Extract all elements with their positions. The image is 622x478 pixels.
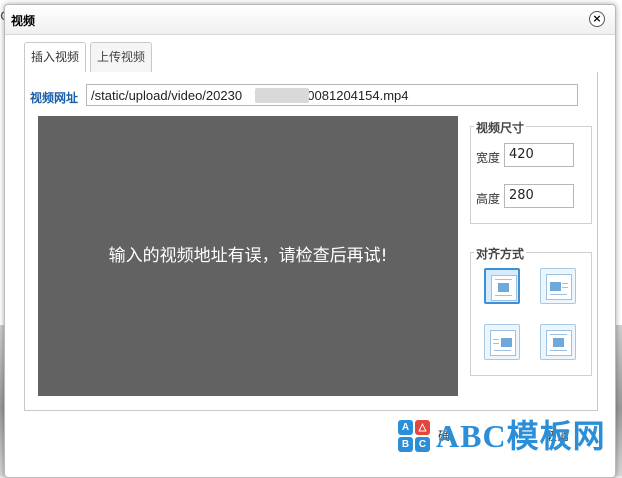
watermark-text: ABC模板网 — [436, 418, 606, 454]
align-doc-shape — [546, 274, 572, 300]
preview-error-message: 输入的视频地址有误，请检查后再试! — [108, 246, 388, 266]
height-label: 高度 — [476, 192, 501, 206]
redaction-mark — [255, 88, 309, 103]
left-align-icon[interactable] — [540, 268, 576, 304]
align-line — [562, 283, 568, 284]
align-line — [550, 334, 567, 335]
logo-shape: △ — [415, 420, 430, 435]
dialog-titlebar[interactable]: 视频 × — [5, 5, 615, 35]
align-line — [550, 294, 567, 295]
video-url-input[interactable]: /static/upload/video/20230 90081204154.mp… — [86, 84, 578, 106]
align-doc-shape — [491, 275, 517, 301]
video-preview: 输入的视频地址有误，请检查后再试! — [38, 116, 458, 396]
align-line — [550, 350, 567, 351]
align-image-block — [550, 282, 561, 291]
logo-letter-a: A — [398, 420, 413, 435]
width-label: 宽度 — [476, 151, 501, 165]
dialog-title: 视频 — [11, 14, 36, 28]
align-line — [493, 339, 499, 340]
size-legend: 视频尺寸 — [474, 119, 527, 136]
align-image-block — [501, 338, 512, 347]
align-line — [495, 279, 512, 280]
video-url-value-suffix: 90081204154.mp4 — [300, 88, 409, 103]
none-align-icon[interactable] — [484, 268, 520, 304]
align-line — [495, 295, 512, 296]
tab-insert-video[interactable]: 插入视频 — [24, 42, 87, 73]
video-url-label: 视频网址 — [30, 91, 79, 105]
width-input[interactable]: 420 — [504, 143, 574, 167]
align-line — [493, 343, 499, 344]
align-legend: 对齐方式 — [474, 245, 527, 262]
logo-letter-c: C — [415, 437, 430, 452]
right-align-icon[interactable] — [484, 324, 520, 360]
align-image-block — [498, 283, 509, 292]
video-url-value-prefix: /static/upload/video/20230 — [91, 88, 243, 103]
align-line — [494, 350, 511, 351]
logo-letter-b: B — [398, 437, 413, 452]
align-image-block — [553, 338, 564, 347]
size-fieldset — [470, 126, 592, 224]
watermark-logo-icon: A △ B C — [398, 420, 430, 452]
height-input[interactable]: 280 — [504, 184, 574, 208]
close-icon[interactable]: × — [589, 11, 605, 27]
tab-upload-video[interactable]: 上传视频 — [90, 42, 153, 72]
align-doc-shape — [490, 330, 516, 356]
center-align-icon[interactable] — [540, 324, 576, 360]
align-doc-shape — [546, 330, 572, 356]
align-line — [562, 287, 568, 288]
